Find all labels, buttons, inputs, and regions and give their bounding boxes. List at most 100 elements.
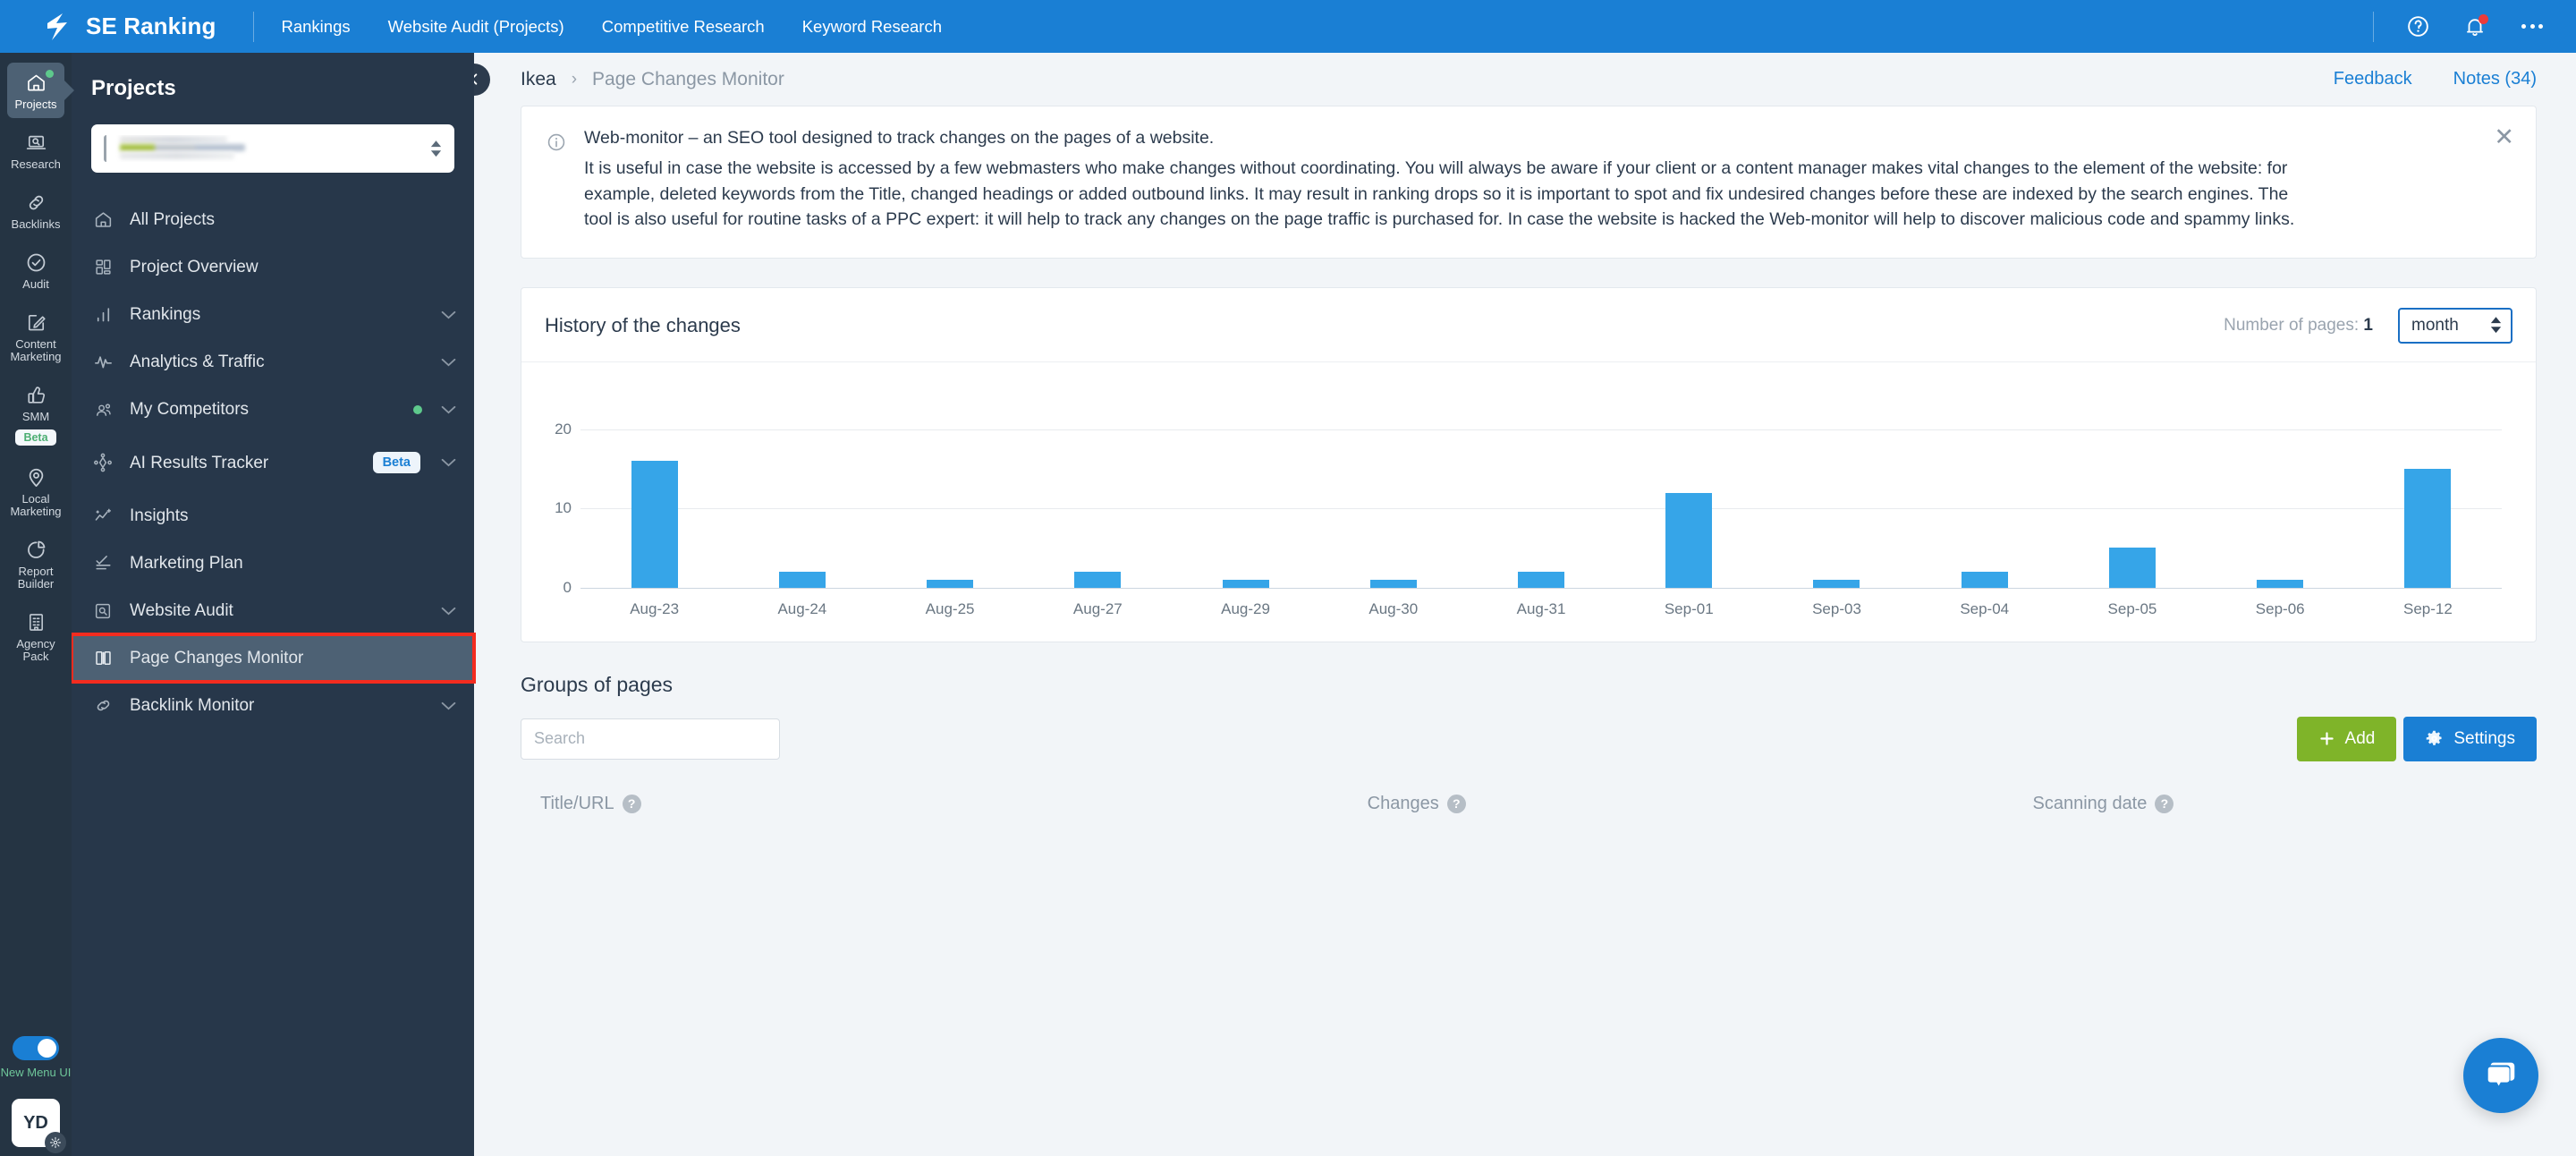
chevron-down-icon[interactable] bbox=[441, 353, 456, 372]
chart-bar-column[interactable] bbox=[2354, 398, 2502, 588]
chart-bar-column[interactable] bbox=[1172, 398, 1319, 588]
top-divider bbox=[253, 11, 255, 42]
rail-item-projects[interactable]: Projects bbox=[7, 63, 64, 118]
chart-bar-column[interactable] bbox=[728, 398, 876, 588]
sidebar-item-rankings[interactable]: Rankings bbox=[72, 291, 474, 338]
rail-item-report-builder[interactable]: Report Builder bbox=[7, 530, 64, 598]
topnav-keyword-research[interactable]: Keyword Research bbox=[802, 17, 942, 37]
thumbs-up-icon bbox=[24, 383, 47, 406]
chart-bar[interactable] bbox=[2257, 579, 2304, 588]
chart-bar-column[interactable] bbox=[876, 398, 1023, 588]
rail-item-smm[interactable]: SMM Beta bbox=[7, 375, 64, 453]
chart-bar-column[interactable] bbox=[1763, 398, 1911, 588]
feedback-link[interactable]: Feedback bbox=[2334, 69, 2412, 89]
chart-bar[interactable] bbox=[2108, 548, 2156, 588]
sidebar-item-backlink-monitor[interactable]: Backlink Monitor bbox=[72, 682, 474, 729]
brand-logo-group[interactable]: SE Ranking bbox=[0, 12, 216, 42]
chart-bar-column[interactable] bbox=[1024, 398, 1172, 588]
projects-panel: Projects All Projects Project Overview R… bbox=[70, 53, 476, 1156]
help-icon[interactable]: ? bbox=[622, 794, 641, 813]
help-icon[interactable] bbox=[2404, 13, 2431, 40]
chart-gridline bbox=[580, 587, 2502, 589]
sidebar-item-all-projects[interactable]: All Projects bbox=[72, 196, 474, 243]
sidebar-item-website-audit[interactable]: Website Audit bbox=[72, 587, 474, 634]
ai-node-icon bbox=[91, 451, 114, 474]
chart-header-controls: Number of pages: 1 month bbox=[2224, 307, 2512, 344]
add-button[interactable]: Add bbox=[2296, 716, 2397, 761]
notification-badge-dot bbox=[2479, 13, 2488, 24]
rail-label: Agency Pack bbox=[16, 637, 55, 663]
chevron-down-icon[interactable] bbox=[441, 400, 456, 420]
topnav-website-audit[interactable]: Website Audit (Projects) bbox=[388, 17, 564, 37]
chart-bar-column[interactable] bbox=[580, 398, 728, 588]
help-icon[interactable]: ? bbox=[1446, 794, 1466, 813]
chevron-down-icon[interactable] bbox=[441, 453, 456, 472]
chart-bar[interactable] bbox=[1369, 579, 1417, 588]
chevron-down-icon[interactable] bbox=[441, 305, 456, 325]
chat-bubble-icon bbox=[2487, 1062, 2515, 1086]
notes-link[interactable]: Notes (34) bbox=[2453, 69, 2537, 89]
check-circle-icon bbox=[24, 251, 47, 274]
rail-item-content-marketing[interactable]: Content Marketing bbox=[7, 302, 64, 370]
chevron-down-icon[interactable] bbox=[441, 601, 456, 621]
chart-bar-column[interactable] bbox=[1911, 398, 2058, 588]
period-select[interactable]: month bbox=[2398, 307, 2512, 344]
column-header-title-url[interactable]: Title/URL ? bbox=[521, 794, 1368, 814]
project-selector[interactable] bbox=[91, 124, 454, 173]
sidebar-item-marketing-plan[interactable]: Marketing Plan bbox=[72, 540, 474, 587]
rail-item-backlinks[interactable]: Backlinks bbox=[7, 183, 64, 238]
chart-bar[interactable] bbox=[2404, 469, 2452, 588]
chat-widget-button[interactable] bbox=[2463, 1038, 2538, 1113]
x-axis-tick-label: Aug-29 bbox=[1221, 599, 1270, 617]
close-icon[interactable]: ✕ bbox=[2494, 125, 2514, 149]
chart-bar[interactable] bbox=[1518, 571, 1565, 588]
chart-bar[interactable] bbox=[1665, 492, 1713, 588]
sidebar-item-label: Marketing Plan bbox=[130, 554, 243, 573]
chart-bar-column[interactable] bbox=[2207, 398, 2354, 588]
column-header-changes[interactable]: Changes ? bbox=[1368, 794, 2033, 814]
rail-label: Backlinks bbox=[11, 217, 61, 231]
chart-bar[interactable] bbox=[927, 579, 974, 588]
beta-badge: Beta bbox=[15, 429, 56, 446]
project-menu-list: All Projects Project Overview Rankings A… bbox=[70, 196, 476, 729]
chart-bar[interactable] bbox=[778, 571, 826, 588]
book-open-icon bbox=[91, 647, 114, 670]
number-of-pages-value: 1 bbox=[2363, 315, 2373, 335]
chart-bar[interactable] bbox=[1813, 579, 1860, 588]
chevron-down-icon[interactable] bbox=[441, 696, 456, 716]
rail-item-agency-pack[interactable]: Agency Pack bbox=[7, 602, 64, 670]
rail-item-research[interactable]: Research bbox=[7, 123, 64, 178]
sidebar-item-ai-results-tracker[interactable]: AI Results Tracker Beta bbox=[72, 433, 474, 492]
chart-bar[interactable] bbox=[1074, 571, 1122, 588]
chart-bar[interactable] bbox=[1961, 571, 2008, 588]
x-axis-tick-label: Sep-03 bbox=[1812, 599, 1861, 617]
chart-bar[interactable] bbox=[1222, 579, 1269, 588]
sidebar-item-project-overview[interactable]: Project Overview bbox=[72, 243, 474, 291]
chart-bar[interactable] bbox=[631, 461, 678, 588]
sidebar-item-insights[interactable]: Insights bbox=[72, 492, 474, 540]
chart-bar-column[interactable] bbox=[2058, 398, 2206, 588]
gear-icon[interactable] bbox=[45, 1132, 66, 1153]
chart-bar-column[interactable] bbox=[1467, 398, 1614, 588]
user-avatar-group[interactable]: YD bbox=[12, 1099, 66, 1153]
topnav-competitive-research[interactable]: Competitive Research bbox=[602, 17, 765, 37]
help-icon[interactable]: ? bbox=[2155, 794, 2174, 813]
topnav-rankings[interactable]: Rankings bbox=[281, 17, 350, 37]
column-header-scanning-date[interactable]: Scanning date ? bbox=[2032, 794, 2537, 814]
rail-item-local-marketing[interactable]: Local Marketing bbox=[7, 457, 64, 525]
chart-bar-column[interactable] bbox=[1615, 398, 1763, 588]
pulse-icon bbox=[91, 351, 114, 374]
notifications-bell-icon[interactable] bbox=[2462, 13, 2488, 40]
chart-bar-column[interactable] bbox=[1319, 398, 1467, 588]
rail-label: Local Marketing bbox=[10, 492, 62, 518]
more-options-icon[interactable] bbox=[2519, 13, 2546, 40]
new-menu-ui-toggle[interactable] bbox=[13, 1036, 59, 1060]
settings-button-label: Settings bbox=[2453, 728, 2515, 748]
sidebar-item-analytics-traffic[interactable]: Analytics & Traffic bbox=[72, 338, 474, 386]
sidebar-item-page-changes-monitor[interactable]: Page Changes Monitor bbox=[70, 633, 476, 684]
search-input[interactable] bbox=[521, 718, 780, 760]
rail-item-audit[interactable]: Audit bbox=[7, 242, 64, 298]
sidebar-item-my-competitors[interactable]: My Competitors bbox=[72, 386, 474, 433]
settings-button[interactable]: Settings bbox=[2403, 716, 2537, 761]
breadcrumb-parent[interactable]: Ikea bbox=[521, 69, 556, 90]
